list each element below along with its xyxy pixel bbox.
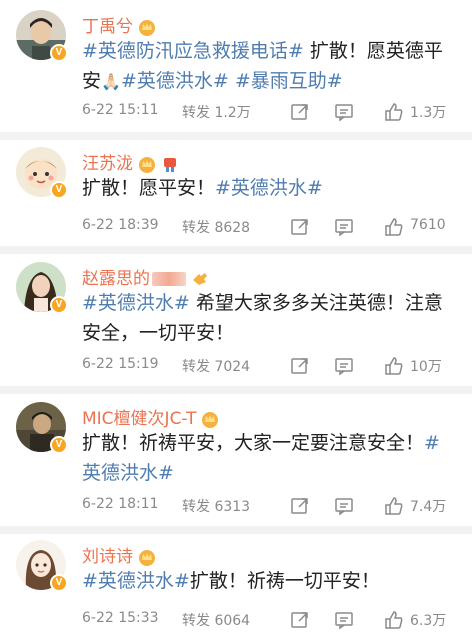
repost-count: 6064: [214, 613, 251, 629]
username[interactable]: 刘诗诗: [82, 542, 157, 567]
username[interactable]: 赵露思的: [82, 264, 210, 289]
username-text[interactable]: 刘诗诗: [82, 547, 133, 567]
like-icon[interactable]: [384, 356, 404, 376]
post-text: 扩散！祈祷平安，大家一定要注意安全！: [82, 432, 425, 454]
repost-button[interactable]: 转发 6064: [182, 610, 250, 630]
post-time: 6-22 18:39: [82, 217, 159, 233]
verified-icon: V: [50, 296, 68, 314]
verified-icon: V: [50, 436, 68, 454]
like-count: 7.4万: [410, 499, 447, 515]
separator: [0, 132, 472, 140]
topic-link[interactable]: #暴雨互助#: [235, 70, 343, 92]
blurred-name-part: [152, 272, 186, 286]
avatar[interactable]: V: [16, 540, 68, 592]
hand-icon: [190, 270, 210, 288]
username-text[interactable]: 汪苏泷: [82, 154, 133, 174]
post-time: 6-22 15:33: [82, 610, 159, 626]
username-text[interactable]: 丁禹兮: [82, 17, 133, 37]
username[interactable]: MIC檀健次JC-T: [82, 404, 220, 429]
post-meta: 6-22 15:19 转发 7024 10万: [82, 356, 462, 376]
post-content: 扩散！祈祷平安，大家一定要注意安全！#英德洪水#: [82, 428, 458, 488]
topic-link[interactable]: #英德洪水#: [82, 570, 190, 592]
crown-icon: [137, 548, 157, 566]
topic-link[interactable]: #英德防汛应急救援电话#: [82, 40, 304, 62]
weibo-comment-feed: V 丁禹兮 #英德防汛应急救援电话# 扩散！愿英德平安🙏🏻#英德洪水# #暴雨互…: [0, 0, 472, 640]
post-time: 6-22 15:19: [82, 356, 159, 372]
post-time: 6-22 15:11: [82, 102, 159, 118]
medal-icon: [161, 155, 179, 173]
comment-icon[interactable]: [334, 496, 354, 516]
repost-label: 转发: [182, 613, 210, 629]
share-icon[interactable]: [290, 610, 310, 630]
repost-label: 转发: [182, 220, 210, 236]
repost-button[interactable]: 转发 7024: [182, 356, 250, 376]
avatar[interactable]: V: [16, 262, 68, 314]
avatar[interactable]: V: [16, 147, 68, 199]
post-content: 扩散！愿平安！#英德洪水#: [82, 173, 458, 203]
like-count: 10万: [410, 359, 442, 375]
post-text: 扩散！愿平安！: [82, 177, 216, 199]
username[interactable]: 汪苏泷: [82, 149, 179, 174]
repost-label: 转发: [182, 105, 210, 121]
post-meta: 6-22 15:11 转发 1.2万 1.3万: [82, 102, 462, 122]
post-meta: 6-22 18:39 转发 8628 7610: [82, 217, 462, 237]
emoji-pray: 🙏🏻: [101, 72, 121, 91]
repost-count: 1.2万: [214, 105, 251, 121]
comment-icon[interactable]: [334, 217, 354, 237]
like-icon[interactable]: [384, 610, 404, 630]
post-meta: 6-22 15:33 转发 6064 6.3万: [82, 610, 462, 630]
comment-icon[interactable]: [334, 610, 354, 630]
verified-icon: V: [50, 181, 68, 199]
like-count: 6.3万: [410, 613, 447, 629]
crown-icon: [137, 18, 157, 36]
username[interactable]: 丁禹兮: [82, 12, 157, 37]
repost-label: 转发: [182, 359, 210, 375]
repost-count: 8628: [214, 220, 251, 236]
post-content: #英德洪水#扩散！祈祷一切平安！: [82, 566, 458, 596]
post-content: #英德洪水# 希望大家多多关注英德！注意安全，一切平安！: [82, 288, 458, 348]
post-text: 扩散！祈祷一切平安！: [189, 570, 380, 592]
avatar[interactable]: V: [16, 402, 68, 454]
username-text[interactable]: 赵露思的: [82, 269, 150, 289]
comment-icon[interactable]: [334, 356, 354, 376]
separator: [0, 246, 472, 254]
separator: [0, 526, 472, 534]
repost-count: 6313: [214, 499, 251, 515]
verified-icon: V: [50, 574, 68, 592]
repost-label: 转发: [182, 499, 210, 515]
avatar[interactable]: V: [16, 10, 68, 62]
topic-link[interactable]: #英德洪水#: [82, 292, 190, 314]
share-icon[interactable]: [290, 102, 310, 122]
like-count: 7610: [410, 217, 446, 233]
topic-link[interactable]: #英德洪水#: [121, 70, 229, 92]
comment-icon[interactable]: [334, 102, 354, 122]
share-icon[interactable]: [290, 356, 310, 376]
like-count: 1.3万: [410, 105, 447, 121]
like-icon[interactable]: [384, 496, 404, 516]
crown-icon: [137, 155, 157, 173]
like-icon[interactable]: [384, 217, 404, 237]
repost-button[interactable]: 转发 6313: [182, 496, 250, 516]
post-content: #英德防汛应急救援电话# 扩散！愿英德平安🙏🏻#英德洪水# #暴雨互助#: [82, 36, 458, 97]
like-icon[interactable]: [384, 102, 404, 122]
verified-icon: V: [50, 44, 68, 62]
topic-link[interactable]: #英德洪水#: [215, 177, 323, 199]
repost-button[interactable]: 转发 1.2万: [182, 102, 251, 122]
separator: [0, 386, 472, 394]
repost-button[interactable]: 转发 8628: [182, 217, 250, 237]
username-text[interactable]: MIC檀健次JC-T: [82, 409, 196, 429]
repost-count: 7024: [214, 359, 251, 375]
share-icon[interactable]: [290, 496, 310, 516]
crown-icon: [200, 410, 220, 428]
post-meta: 6-22 18:11 转发 6313 7.4万: [82, 496, 462, 516]
share-icon[interactable]: [290, 217, 310, 237]
post-time: 6-22 18:11: [82, 496, 159, 512]
